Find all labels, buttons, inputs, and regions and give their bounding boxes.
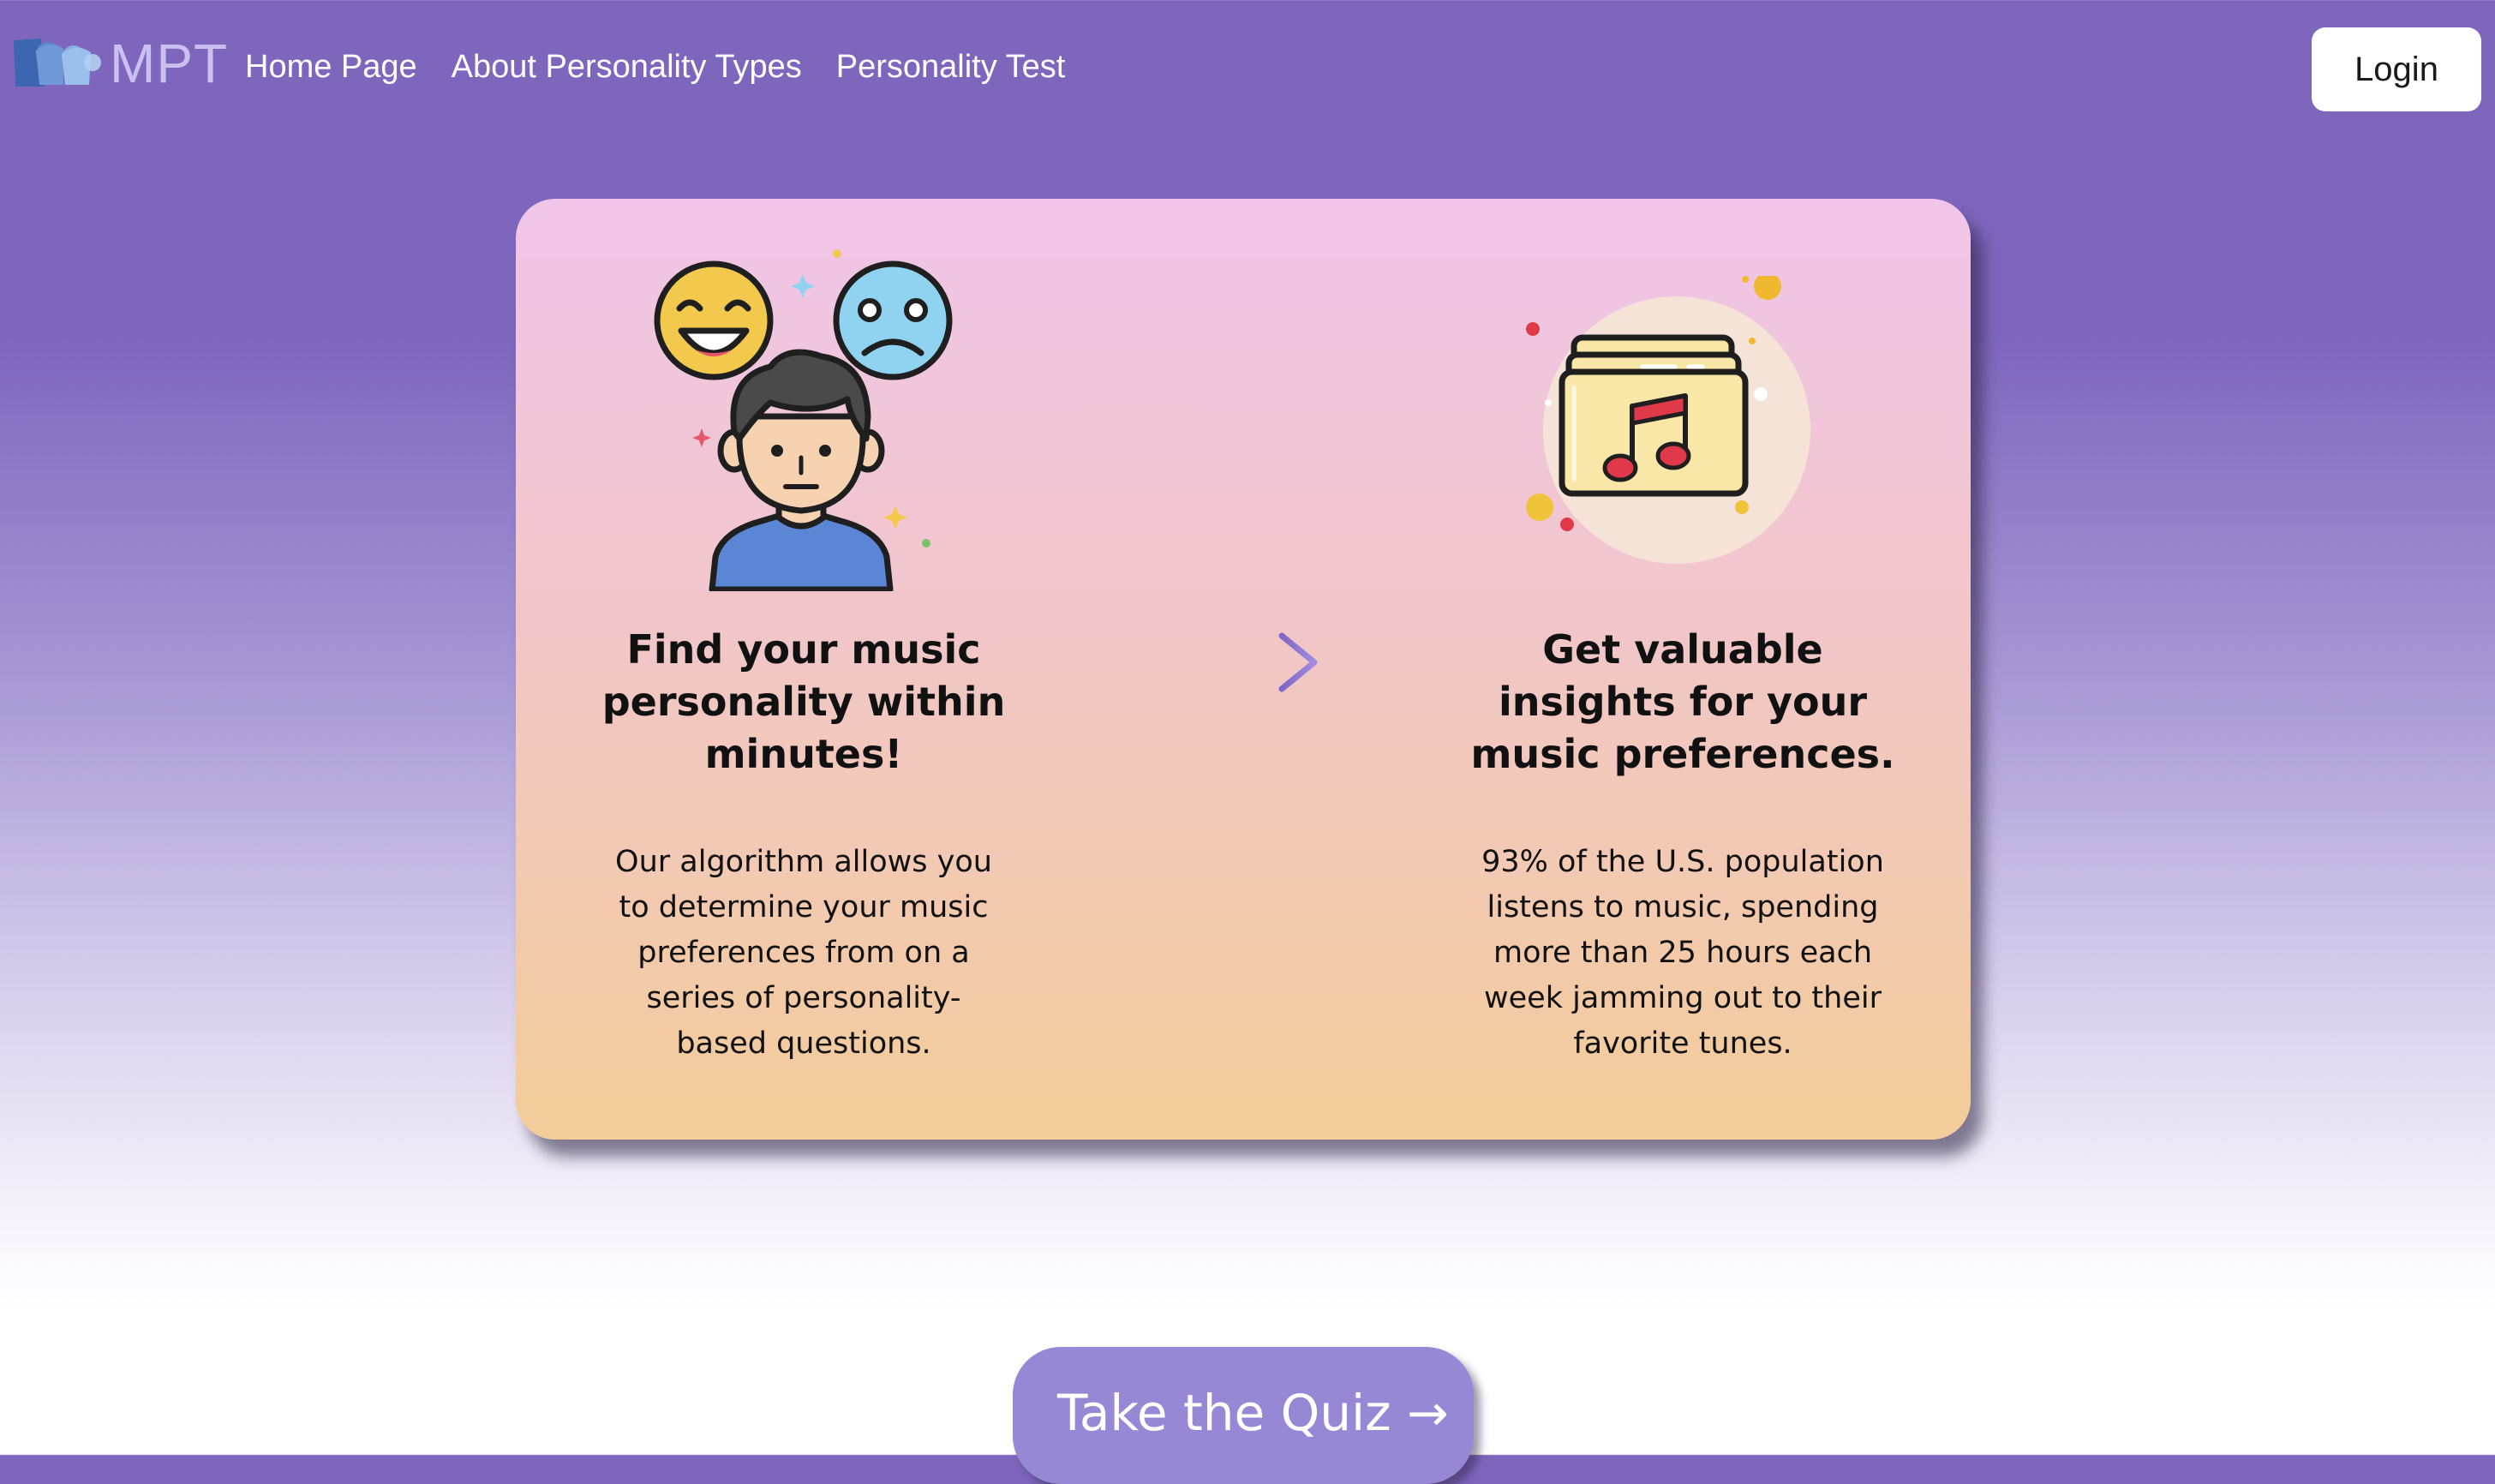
take-the-quiz-button[interactable]: Take the Quiz → — [1013, 1347, 1474, 1484]
person-with-emotion-faces-icon — [654, 249, 953, 591]
nav-link-about-personality-types[interactable]: About Personality Types — [452, 43, 802, 91]
music-folder-icon — [1526, 276, 1810, 564]
heading-find-music-personality: Find your music personality within minut… — [601, 626, 1006, 777]
navbar: MPT Home Page About Personality Types Pe… — [0, 0, 2495, 137]
logo[interactable]: MPT — [10, 33, 228, 94]
nav-link-home-page[interactable]: Home Page — [245, 43, 417, 91]
text-population-statistic: 93% of the U.S. population listens to mu… — [1481, 845, 1884, 1061]
text-algorithm-description: Our algorithm allows you to determine yo… — [615, 845, 992, 1061]
nav-links: Home Page About Personality Types Person… — [245, 43, 1099, 91]
heading-get-valuable-insights: Get valuable insights for your music pre… — [1470, 626, 1895, 777]
nav-link-personality-test[interactable]: Personality Test — [836, 43, 1066, 91]
info-card: Find your music personality within minut… — [516, 199, 1971, 1140]
logo-text: MPT — [110, 33, 229, 94]
login-button[interactable]: Login — [2312, 27, 2481, 111]
take-the-quiz-label: Take the Quiz → — [1057, 1384, 1449, 1442]
logo-faces-icon — [14, 39, 101, 87]
arrow-right-icon — [1176, 632, 1318, 692]
